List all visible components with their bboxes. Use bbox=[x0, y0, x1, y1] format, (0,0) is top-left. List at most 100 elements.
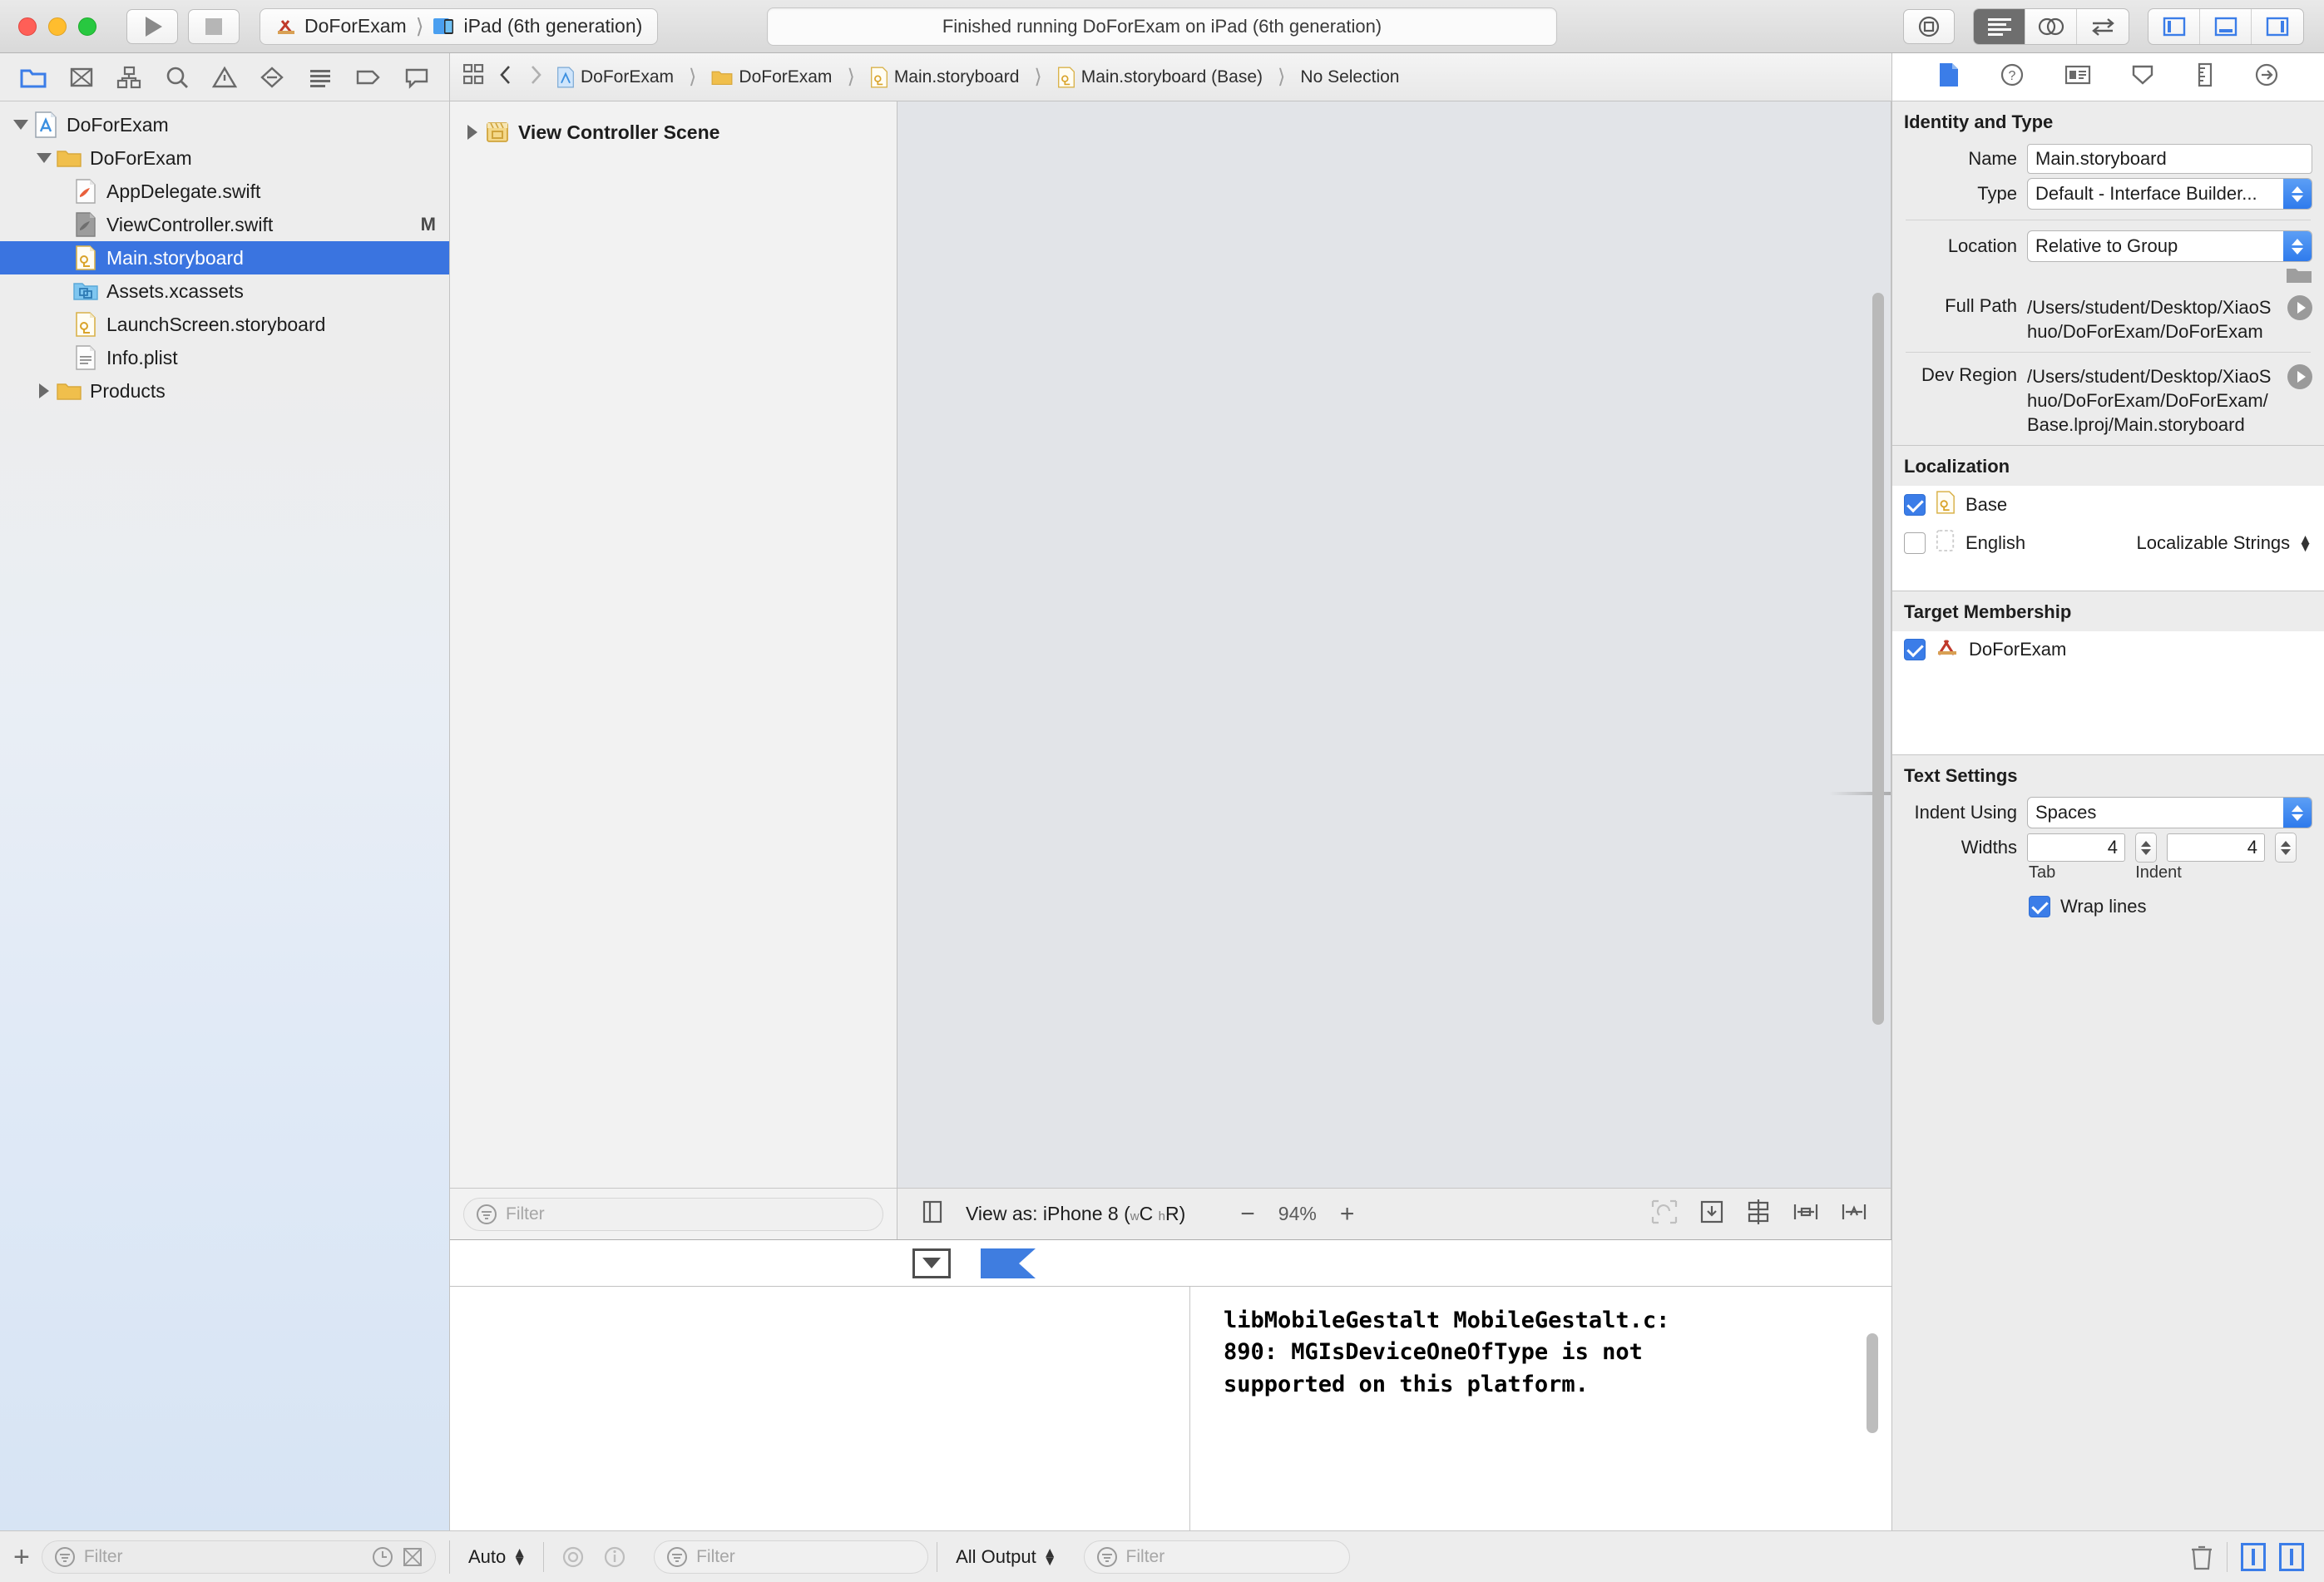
issue-navigator-tab[interactable] bbox=[211, 66, 237, 89]
type-select[interactable]: Default - Interface Builder... bbox=[2027, 178, 2312, 210]
disclosure-triangle[interactable] bbox=[33, 383, 55, 398]
go-forward-button[interactable] bbox=[527, 64, 545, 91]
zoom-out-button[interactable]: − bbox=[1240, 1200, 1255, 1229]
go-back-button[interactable] bbox=[497, 64, 515, 91]
symbol-navigator-tab[interactable] bbox=[116, 66, 141, 89]
tab-width-input[interactable]: 4 bbox=[2027, 833, 2125, 863]
project-navigator-tree[interactable]: DoForExam DoForExam AppDelegate.swift Vi… bbox=[0, 101, 449, 1530]
breakpoint-flag-icon[interactable] bbox=[981, 1248, 1036, 1278]
hide-debug-area-button[interactable] bbox=[912, 1248, 951, 1278]
view-watch-icon[interactable] bbox=[561, 1545, 586, 1570]
reveal-in-finder-button[interactable] bbox=[2287, 295, 2312, 320]
add-file-button[interactable]: + bbox=[13, 1543, 30, 1571]
assistant-editor-button[interactable] bbox=[2025, 8, 2077, 44]
zoom-level-label[interactable]: 94% bbox=[1278, 1203, 1317, 1225]
report-navigator-tab[interactable] bbox=[404, 66, 429, 89]
attributes-inspector-tab[interactable] bbox=[2130, 62, 2155, 92]
info-icon[interactable] bbox=[602, 1545, 627, 1570]
minimize-window-button[interactable] bbox=[48, 17, 67, 36]
breadcrumb-item-4[interactable]: No Selection bbox=[1300, 67, 1399, 87]
file-inspector-tab[interactable] bbox=[1937, 62, 1961, 93]
related-items-button[interactable] bbox=[462, 63, 485, 91]
run-button[interactable] bbox=[126, 8, 178, 44]
toggle-inspector-button[interactable] bbox=[2252, 9, 2303, 44]
storyboard-canvas[interactable]: View Controller 9:41 AM bbox=[897, 101, 1891, 1188]
source-control-filter-icon[interactable] bbox=[402, 1546, 423, 1568]
choose-folder-button[interactable] bbox=[2286, 264, 2312, 291]
location-select[interactable]: Relative to Group bbox=[2027, 230, 2312, 262]
reveal-dev-region-button[interactable] bbox=[2287, 364, 2312, 390]
wrap-lines-checkbox[interactable] bbox=[2029, 896, 2050, 918]
disclosure-triangle[interactable] bbox=[33, 153, 55, 163]
console-filter-field[interactable]: Filter bbox=[1083, 1540, 1350, 1574]
resolve-issues-button[interactable] bbox=[1841, 1199, 1867, 1229]
breadcrumb-item-2[interactable]: Main.storyboard bbox=[870, 66, 1019, 88]
breakpoint-navigator-tab[interactable] bbox=[355, 66, 382, 89]
size-inspector-tab[interactable] bbox=[2195, 62, 2215, 92]
tree-row-group[interactable]: DoForExam bbox=[0, 141, 449, 175]
test-navigator-tab[interactable] bbox=[260, 66, 284, 89]
zoom-window-button[interactable] bbox=[78, 17, 96, 36]
target-membership-checkbox[interactable] bbox=[1904, 639, 1926, 661]
show-console-view-button[interactable] bbox=[2279, 1542, 2304, 1571]
trash-icon[interactable] bbox=[2190, 1544, 2213, 1570]
indent-width-stepper[interactable] bbox=[2275, 833, 2297, 863]
tree-row-project[interactable]: DoForExam bbox=[0, 108, 449, 141]
find-navigator-tab[interactable] bbox=[165, 66, 190, 89]
view-as-control[interactable]: View as: iPhone 8 (wC hR) bbox=[966, 1203, 1185, 1225]
breadcrumb-item-0[interactable]: DoForExam bbox=[556, 67, 674, 88]
recent-files-icon[interactable] bbox=[372, 1546, 393, 1568]
outline-row-scene[interactable]: View Controller Scene bbox=[450, 115, 897, 150]
console-view[interactable]: libMobileGestalt MobileGestalt.c: 890: M… bbox=[1190, 1287, 1891, 1530]
tree-row-products[interactable]: Products bbox=[0, 374, 449, 408]
target-membership-row[interactable]: DoForExam bbox=[1892, 631, 2324, 668]
quick-help-tab[interactable]: ? bbox=[2000, 62, 2025, 92]
update-frames-button[interactable] bbox=[1651, 1199, 1678, 1229]
zoom-in-button[interactable]: + bbox=[1340, 1200, 1355, 1229]
show-variables-view-button[interactable] bbox=[2241, 1542, 2266, 1571]
tree-row-file[interactable]: ViewController.swift M bbox=[0, 208, 449, 241]
localization-type-select[interactable]: Localizable Strings ▲ ▼ bbox=[2137, 531, 2313, 554]
tree-row-file[interactable]: Assets.xcassets bbox=[0, 274, 449, 308]
identity-inspector-tab[interactable] bbox=[2064, 63, 2091, 91]
localization-row-english[interactable]: English Localizable Strings ▲ ▼ bbox=[1892, 524, 2324, 562]
tree-row-file[interactable]: Info.plist bbox=[0, 341, 449, 374]
breadcrumb-item-3[interactable]: Main.storyboard (Base) bbox=[1057, 66, 1263, 88]
close-window-button[interactable] bbox=[18, 17, 37, 36]
tree-row-file[interactable]: AppDelegate.swift bbox=[0, 175, 449, 208]
stop-button[interactable] bbox=[188, 8, 240, 44]
source-control-navigator-tab[interactable] bbox=[69, 66, 94, 89]
toggle-debug-button[interactable] bbox=[2200, 8, 2252, 44]
panel-toggle-segment[interactable] bbox=[2148, 7, 2304, 45]
localization-checkbox[interactable] bbox=[1904, 532, 1926, 555]
variables-view[interactable] bbox=[450, 1287, 1190, 1530]
tree-row-file[interactable]: LaunchScreen.storyboard bbox=[0, 308, 449, 341]
connections-inspector-tab[interactable] bbox=[2254, 62, 2279, 92]
debug-navigator-tab[interactable] bbox=[308, 66, 333, 89]
standard-editor-button[interactable] bbox=[1974, 8, 2025, 44]
outline-filter-field[interactable]: Filter bbox=[463, 1197, 883, 1231]
wrap-lines-row[interactable]: Wrap lines bbox=[1892, 889, 2324, 924]
localization-row-base[interactable]: Base bbox=[1892, 486, 2324, 524]
editor-mode-segment[interactable] bbox=[1973, 7, 2129, 45]
embed-in-button[interactable] bbox=[1699, 1199, 1724, 1229]
navigator-filter-field[interactable]: Filter bbox=[41, 1540, 436, 1574]
auto-layout-select[interactable]: Auto ▲ ▼ bbox=[468, 1545, 527, 1568]
output-scope-select[interactable]: All Output ▲ ▼ bbox=[956, 1545, 1056, 1568]
canvas-vertical-scrollbar[interactable] bbox=[1872, 293, 1884, 1025]
indent-width-input[interactable]: 4 bbox=[2167, 833, 2265, 863]
console-scrollbar[interactable] bbox=[1867, 1333, 1878, 1433]
breadcrumb-item-1[interactable]: DoForExam bbox=[711, 67, 832, 87]
toggle-document-outline-button[interactable] bbox=[921, 1199, 944, 1229]
scheme-selector[interactable]: DoForExam ⟩ iPad (6th generation) bbox=[260, 7, 659, 45]
project-navigator-tab[interactable] bbox=[20, 66, 47, 89]
align-button[interactable] bbox=[1746, 1199, 1771, 1229]
disclosure-triangle[interactable] bbox=[462, 125, 483, 140]
name-input[interactable]: Main.storyboard bbox=[2027, 144, 2312, 174]
version-editor-button[interactable] bbox=[2077, 9, 2129, 44]
pin-button[interactable] bbox=[1792, 1199, 1819, 1229]
disclosure-triangle[interactable] bbox=[10, 120, 32, 130]
variables-filter-field[interactable]: Filter bbox=[654, 1540, 929, 1574]
tree-row-file-selected[interactable]: Main.storyboard bbox=[0, 241, 449, 274]
tab-width-stepper[interactable] bbox=[2135, 833, 2157, 863]
